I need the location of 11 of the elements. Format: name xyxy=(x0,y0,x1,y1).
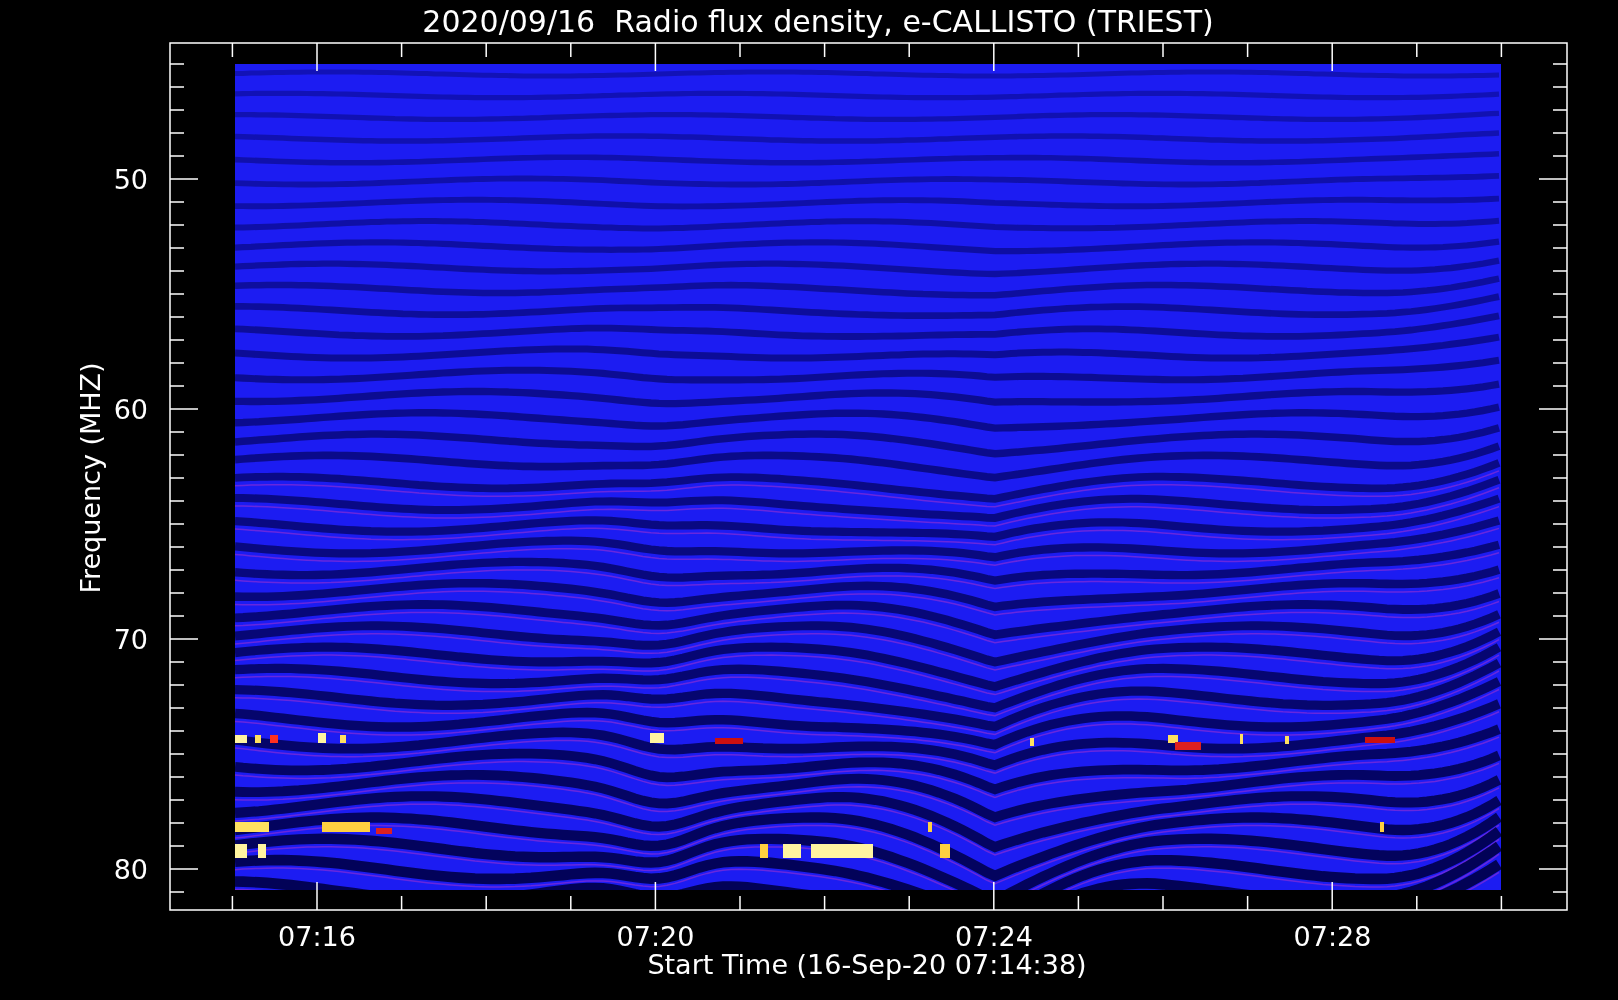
x-tick-label: 07:28 xyxy=(1293,921,1372,952)
chart-title: 2020/09/16 Radio flux density, e-CALLISTO (TRIEST) xyxy=(422,4,1214,39)
x-axis-label: Start Time (16-Sep-20 07:14:38) xyxy=(647,949,1087,980)
x-tick-label: 07:24 xyxy=(955,921,1033,952)
y-axis-label: Frequency (MHZ) xyxy=(75,362,106,594)
y-tick-label: 80 xyxy=(113,854,148,885)
y-tick-label: 70 xyxy=(113,624,148,655)
y-tick-label: 60 xyxy=(113,394,148,425)
x-tick-label: 07:16 xyxy=(278,921,356,952)
x-tick-label: 07:20 xyxy=(616,921,695,952)
y-tick-label: 50 xyxy=(113,164,148,195)
